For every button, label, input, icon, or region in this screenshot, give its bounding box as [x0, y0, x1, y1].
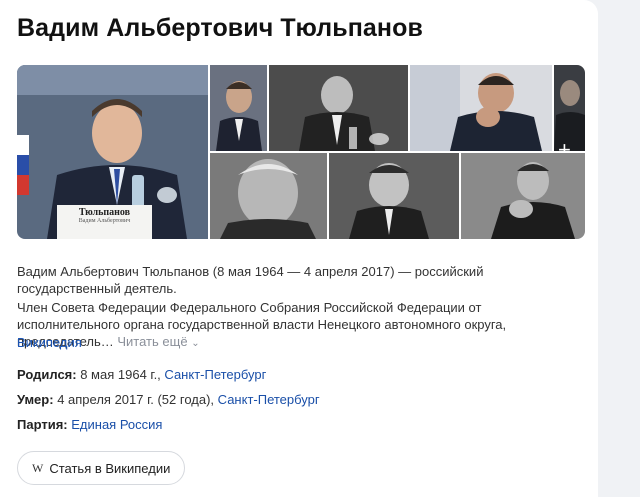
nameplate-surname: Тюльпанов [78, 207, 131, 218]
nameplate: Тюльпанов Вадим Альбертович [57, 207, 152, 224]
fact-died-place-link[interactable]: Санкт-Петербург [218, 392, 320, 407]
knowledge-card: Вадим Альбертович Тюльпанов Тюльпанов Ва… [0, 0, 598, 497]
wikipedia-icon: W [32, 460, 44, 475]
entity-description: Член Совета Федерации Федерального Собра… [17, 299, 577, 352]
fact-party: Партия: Единая Россия [17, 416, 162, 433]
read-more-link[interactable]: Читать ещё ⌄ [117, 334, 199, 349]
photo-thumb-2[interactable] [269, 65, 408, 151]
entity-title: Вадим Альбертович Тюльпанов [17, 14, 423, 42]
main-photo[interactable]: Тюльпанов Вадим Альбертович [17, 65, 208, 239]
photo-thumb-7[interactable] [461, 153, 585, 239]
fact-party-label: Партия: [17, 417, 68, 432]
photo-thumb-5[interactable] [210, 153, 327, 239]
fact-born-label: Родился: [17, 367, 77, 382]
fact-born: Родился: 8 мая 1964 г., Санкт-Петербург [17, 366, 266, 383]
fact-born-place-link[interactable]: Санкт-Петербург [164, 367, 266, 382]
fact-died-label: Умер: [17, 392, 54, 407]
read-more-label: Читать ещё [117, 334, 188, 349]
fact-died: Умер: 4 апреля 2017 г. (52 года), Санкт-… [17, 391, 320, 408]
photo-thumb-6[interactable] [329, 153, 459, 239]
entity-summary: Вадим Альбертович Тюльпанов (8 мая 1964 … [17, 264, 484, 296]
chevron-down-icon: ⌄ [191, 338, 200, 349]
photo-thumb-1[interactable] [210, 65, 267, 151]
wikipedia-button-label: Статья в Википедии [49, 460, 171, 476]
fact-died-value: 4 апреля 2017 г. (52 года), [57, 392, 215, 407]
fact-party-link[interactable]: Единая Россия [71, 417, 162, 432]
photo-gallery: Тюльпанов Вадим Альбертович + [17, 65, 585, 239]
photo-thumb-3[interactable] [410, 65, 552, 151]
source-link[interactable]: Википедия [17, 334, 82, 351]
wikipedia-article-button[interactable]: W Статья в Википедии [17, 451, 186, 485]
description-text: Член Совета Федерации Федерального Собра… [17, 300, 507, 349]
fact-born-value: 8 мая 1964 г., [80, 367, 161, 382]
nameplate-name: Вадим Альбертович [78, 218, 131, 224]
